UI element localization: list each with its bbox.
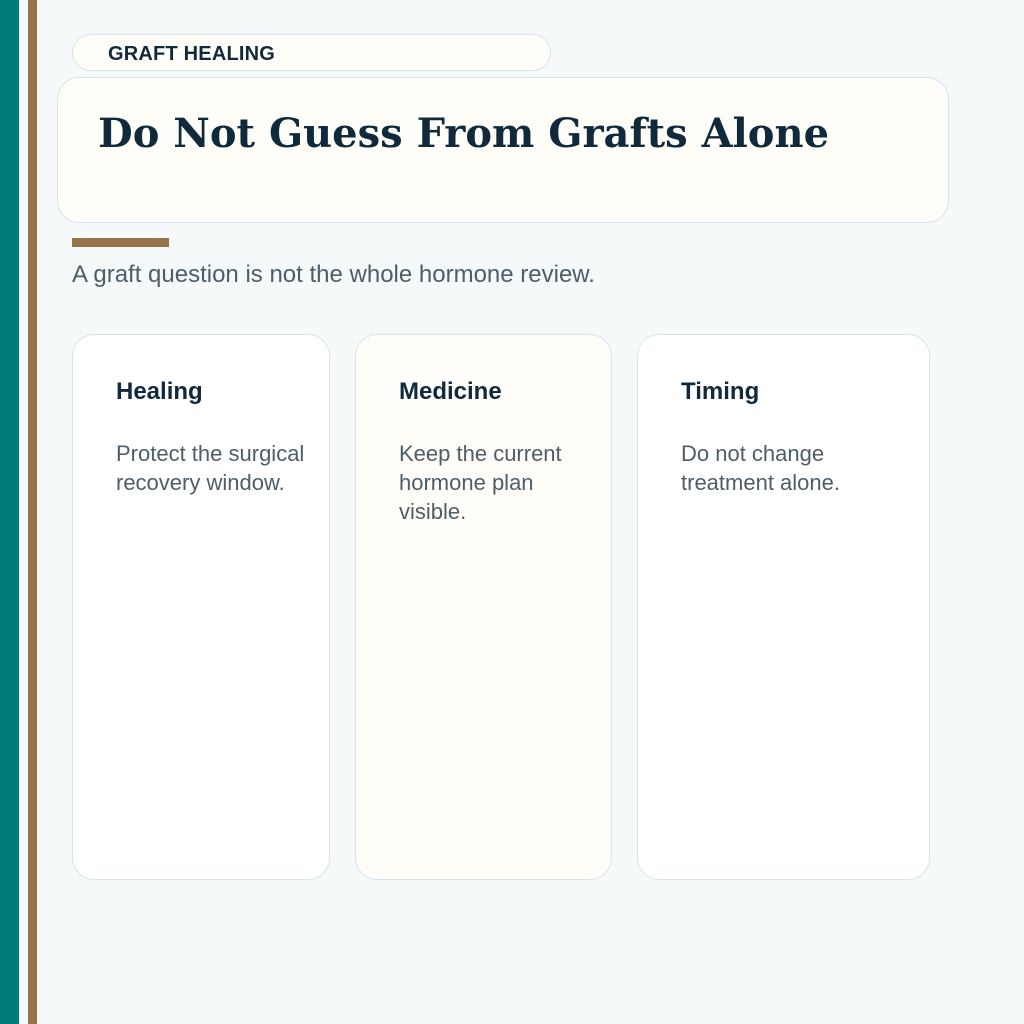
card-body: Do not change treatment alone. (681, 441, 840, 495)
card-timing: Timing Do not change treatment alone. (637, 334, 930, 880)
card-body: Protect the surgical recovery window. (116, 441, 305, 495)
accent-divider (72, 238, 169, 247)
page-subtitle: A graft question is not the whole hormon… (72, 261, 595, 288)
title-card: Do Not Guess From Grafts Alone (57, 77, 949, 223)
left-teal-stripe (0, 0, 19, 1024)
card-heading: Healing (116, 378, 203, 405)
left-gold-stripe (28, 0, 37, 1024)
page-title: Do Not Guess From Grafts Alone (98, 110, 830, 157)
card-medicine: Medicine Keep the current hormone plan v… (355, 334, 612, 880)
section-label-pill: GRAFT HEALING (72, 34, 551, 71)
card-heading: Medicine (399, 378, 502, 405)
card-body: Keep the current hormone plan visible. (399, 441, 562, 524)
card-healing: Healing Protect the surgical recovery wi… (72, 334, 330, 880)
card-heading: Timing (681, 378, 760, 405)
section-label: GRAFT HEALING (108, 43, 276, 65)
